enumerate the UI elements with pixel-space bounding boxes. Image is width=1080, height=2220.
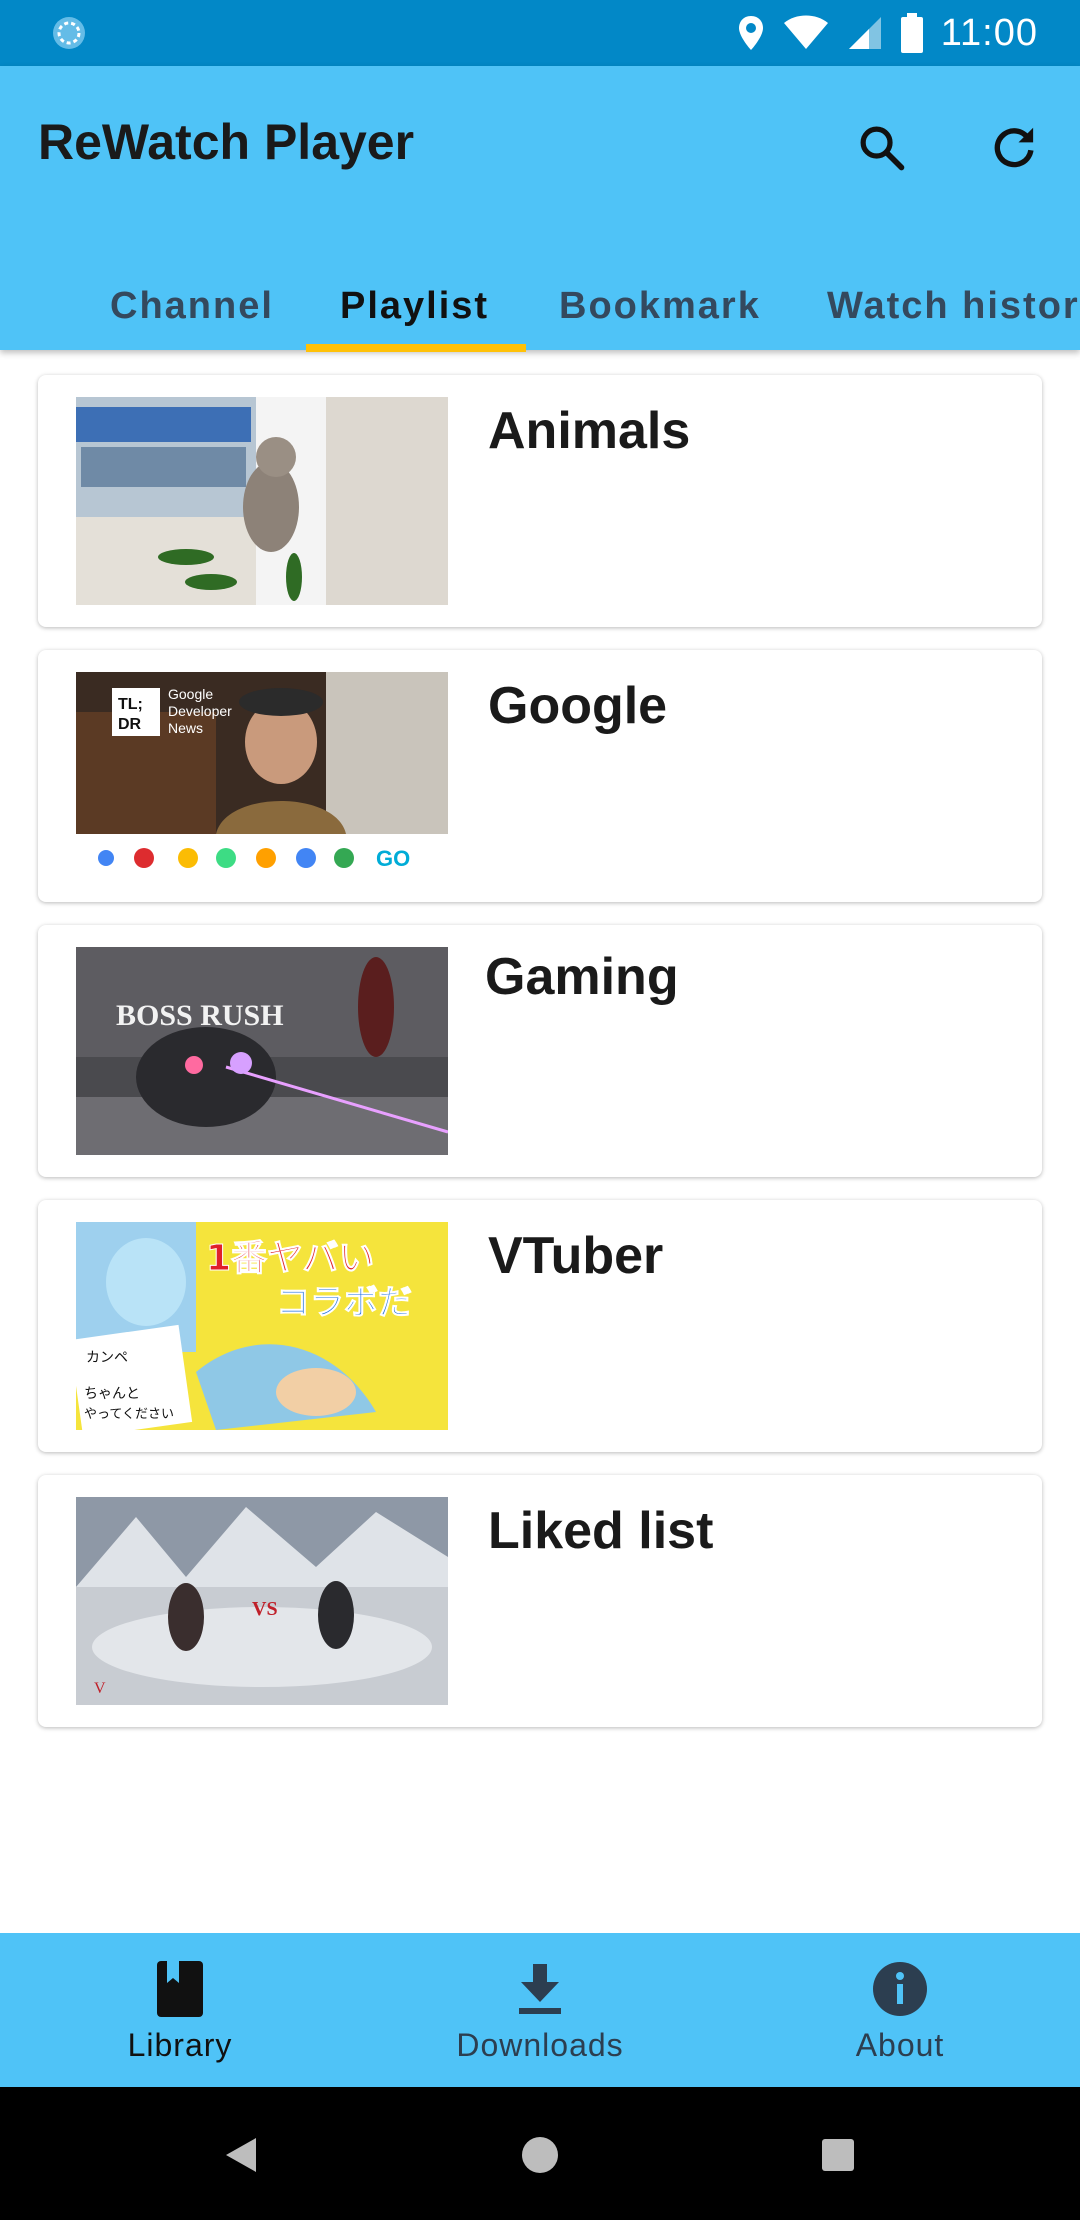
- info-icon: [870, 1959, 930, 2019]
- refresh-icon: [994, 127, 1034, 168]
- svg-text:GO: GO: [376, 846, 410, 871]
- battery-icon: [900, 13, 923, 53]
- app-title: ReWatch Player: [38, 114, 415, 170]
- home-button[interactable]: [510, 2125, 570, 2185]
- wifi-icon: [783, 15, 828, 49]
- tab-bookmark[interactable]: Bookmark: [559, 258, 761, 350]
- back-button[interactable]: [212, 2125, 272, 2185]
- playlist-thumbnail: 1番ヤバい コラボだ カンペ ちゃんと やってください: [76, 1222, 448, 1430]
- playlist-thumbnail: TL; DR Google Developer News GO: [76, 672, 448, 880]
- playlist-thumbnail: VS V: [76, 1497, 448, 1705]
- refresh-button[interactable]: [976, 110, 1052, 186]
- playlist-card-google[interactable]: TL; DR Google Developer News GO Google: [38, 650, 1042, 902]
- thumb-text: ちゃんと: [84, 1386, 140, 1402]
- tab-watch-history[interactable]: Watch histor: [827, 258, 1080, 350]
- thumb-text: News: [168, 720, 203, 736]
- nav-library[interactable]: Library: [0, 1933, 360, 2087]
- thumb-text: やってください: [84, 1407, 174, 1422]
- nav-label: Downloads: [456, 2027, 624, 2063]
- app-bar: ReWatch Player Channel Playlist Bookmark…: [0, 66, 1080, 352]
- playlist-title: VTuber: [488, 1227, 664, 1285]
- nav-label: About: [855, 2027, 945, 2063]
- thumb-text: Google: [168, 686, 213, 702]
- playlist-title: Animals: [488, 402, 691, 460]
- playlist-title: Gaming: [485, 948, 679, 1006]
- playlist-title: Google: [488, 677, 668, 735]
- cellular-icon: [848, 17, 881, 49]
- tab-indicator: [306, 344, 526, 352]
- status-time: 11:00: [940, 11, 1038, 54]
- tab-bar: Channel Playlist Bookmark Watch histor: [0, 258, 1080, 350]
- search-icon: [860, 126, 905, 171]
- home-icon: [522, 2137, 558, 2173]
- location-icon: [738, 16, 763, 50]
- system-navigation-bar: [0, 2087, 1080, 2220]
- loading-icon: [53, 17, 85, 49]
- tab-channel[interactable]: Channel: [110, 258, 274, 350]
- thumb-text: VS: [252, 1598, 278, 1620]
- recents-button[interactable]: [808, 2125, 868, 2185]
- nav-label: Library: [127, 2027, 233, 2063]
- svg-text:V: V: [94, 1680, 106, 1697]
- book-icon: [150, 1959, 210, 2019]
- thumb-text: コラボだ: [276, 1283, 412, 1323]
- search-button[interactable]: [844, 110, 920, 186]
- nav-downloads[interactable]: Downloads: [360, 1933, 720, 2087]
- playlist-card-gaming[interactable]: BOSS RUSH Gaming: [38, 925, 1042, 1177]
- tab-playlist[interactable]: Playlist: [340, 258, 489, 350]
- playlist-card-vtuber[interactable]: 1番ヤバい コラボだ カンペ ちゃんと やってください VTuber: [38, 1200, 1042, 1452]
- thumb-text: Developer: [168, 703, 232, 719]
- playlist-thumbnail: [76, 397, 448, 605]
- back-icon: [226, 2138, 256, 2172]
- playlist-card-animals[interactable]: Animals: [38, 375, 1042, 627]
- thumb-text: DR: [118, 716, 142, 733]
- thumb-text: TL;: [118, 696, 143, 713]
- recents-icon: [822, 2139, 854, 2171]
- thumb-text: カンペ: [86, 1350, 128, 1366]
- nav-about[interactable]: About: [720, 1933, 1080, 2087]
- thumb-text: 1番ヤバい: [206, 1238, 374, 1279]
- playlist-thumbnail: BOSS RUSH: [76, 947, 448, 1155]
- bottom-navigation: Library Downloads About: [0, 1933, 1080, 2087]
- thumb-text: BOSS RUSH: [116, 999, 284, 1032]
- download-icon: [510, 1959, 570, 2019]
- playlist-title: Liked list: [488, 1502, 714, 1560]
- playlist-card-liked-list[interactable]: VS V Liked list: [38, 1475, 1042, 1727]
- status-bar: 11:00: [0, 0, 1080, 66]
